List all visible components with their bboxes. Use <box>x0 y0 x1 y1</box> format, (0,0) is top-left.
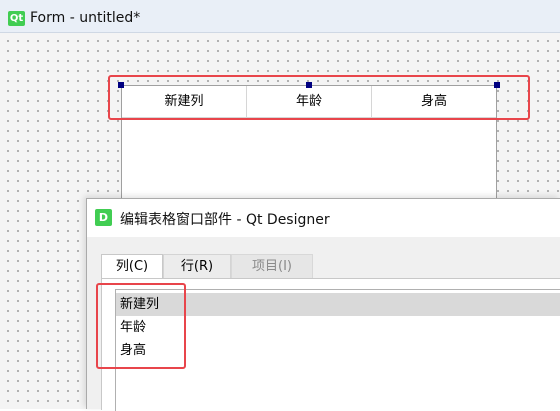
tab-items[interactable]: 项目(I) <box>231 254 313 278</box>
highlight-box-column-list <box>96 283 186 369</box>
dialog-title: 编辑表格窗口部件 - Qt Designer <box>120 212 330 228</box>
tab-columns[interactable]: 列(C) <box>101 254 163 279</box>
form-window-title: Form - untitled* <box>30 10 141 26</box>
dialog-titlebar: D 编辑表格窗口部件 - Qt Designer <box>87 199 560 237</box>
tab-rows[interactable]: 行(R) <box>163 254 231 278</box>
form-titlebar: Qt Form - untitled* <box>0 0 560 33</box>
highlight-box-table-header <box>108 75 530 120</box>
qt-logo-icon: Qt <box>8 11 25 26</box>
designer-logo-icon: D <box>95 209 112 226</box>
